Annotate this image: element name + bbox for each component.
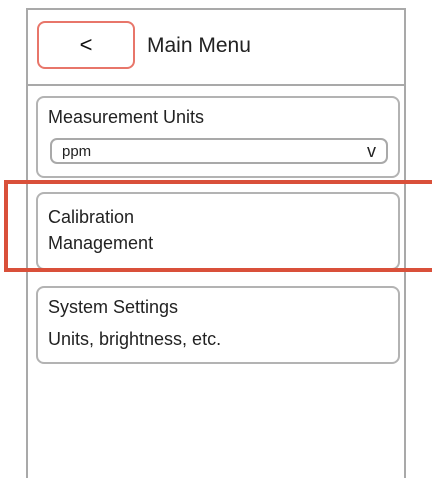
measurement-units-select[interactable]: ppm v (50, 138, 388, 164)
back-arrow-icon: < (79, 32, 93, 57)
header-bar: < Main Menu (28, 10, 404, 86)
chevron-down-icon: v (367, 141, 376, 161)
calibration-label-line2: Management (48, 233, 154, 253)
system-settings-title: System Settings (48, 297, 179, 317)
system-settings-subtitle: Units, brightness, etc. (48, 329, 222, 349)
calibration-label-line1: Calibration (48, 207, 135, 227)
measurement-units-card: Measurement Units ppm v (36, 96, 400, 178)
selected-unit-value: ppm (62, 143, 92, 160)
measurement-units-label: Measurement Units (48, 107, 205, 127)
back-button[interactable]: < (37, 21, 135, 69)
device-screen: < Main Menu Measurement Units ppm v Cali… (26, 8, 406, 478)
calibration-management-button[interactable]: Calibration Management (36, 192, 400, 270)
page-title: Main Menu (147, 34, 251, 57)
system-settings-button[interactable]: System Settings Units, brightness, etc. (36, 286, 400, 364)
